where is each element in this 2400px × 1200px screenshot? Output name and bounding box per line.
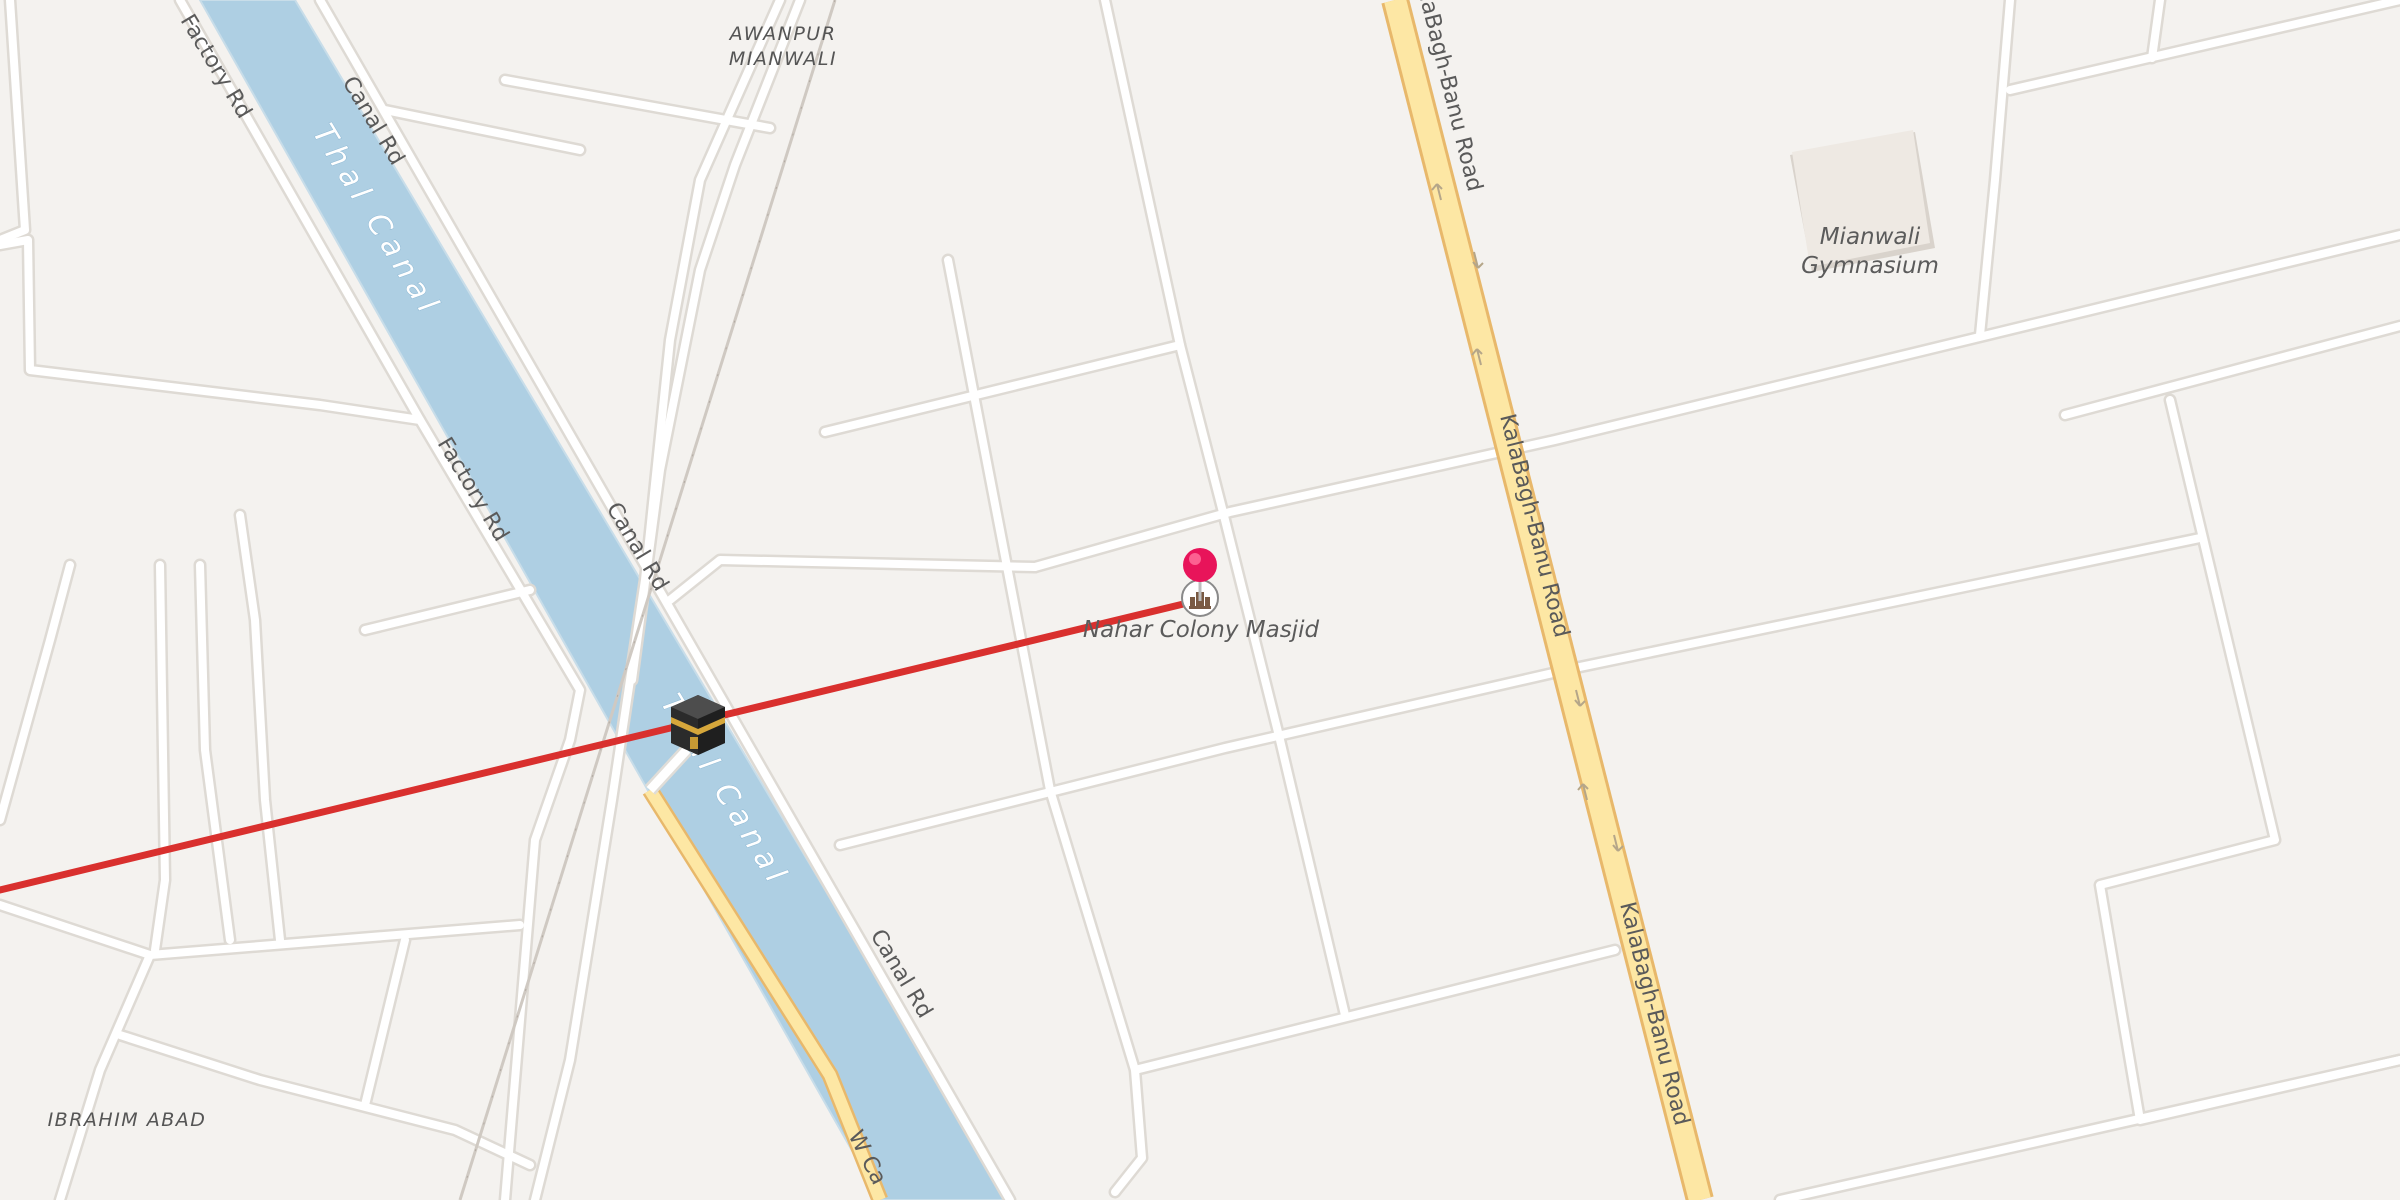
map-canvas[interactable]: Factory Rd Factory Rd Canal Rd Canal Rd … <box>0 0 2400 1200</box>
gymnasium-building <box>1790 130 1935 272</box>
label-gymnasium: Mianwali <box>1820 224 1921 250</box>
map-layer: Factory Rd Factory Rd Canal Rd Canal Rd … <box>0 0 2400 1200</box>
label-gymnasium-2: Gymnasium <box>1801 253 1939 279</box>
kaaba-icon[interactable] <box>671 695 725 755</box>
label-kalabagh-3: KalaBagh-Banu Road <box>1614 899 1694 1128</box>
label-awanpur-mianwali: MIANWALI <box>729 48 837 70</box>
thal-canal-water <box>198 0 1012 1200</box>
label-nahar-colony-masjid[interactable]: Nahar Colony Masjid <box>1083 617 1320 643</box>
label-awanpur: AWANPUR <box>728 23 837 45</box>
label-ibrahim-abad: IBRAHIM ABAD <box>48 1109 207 1131</box>
